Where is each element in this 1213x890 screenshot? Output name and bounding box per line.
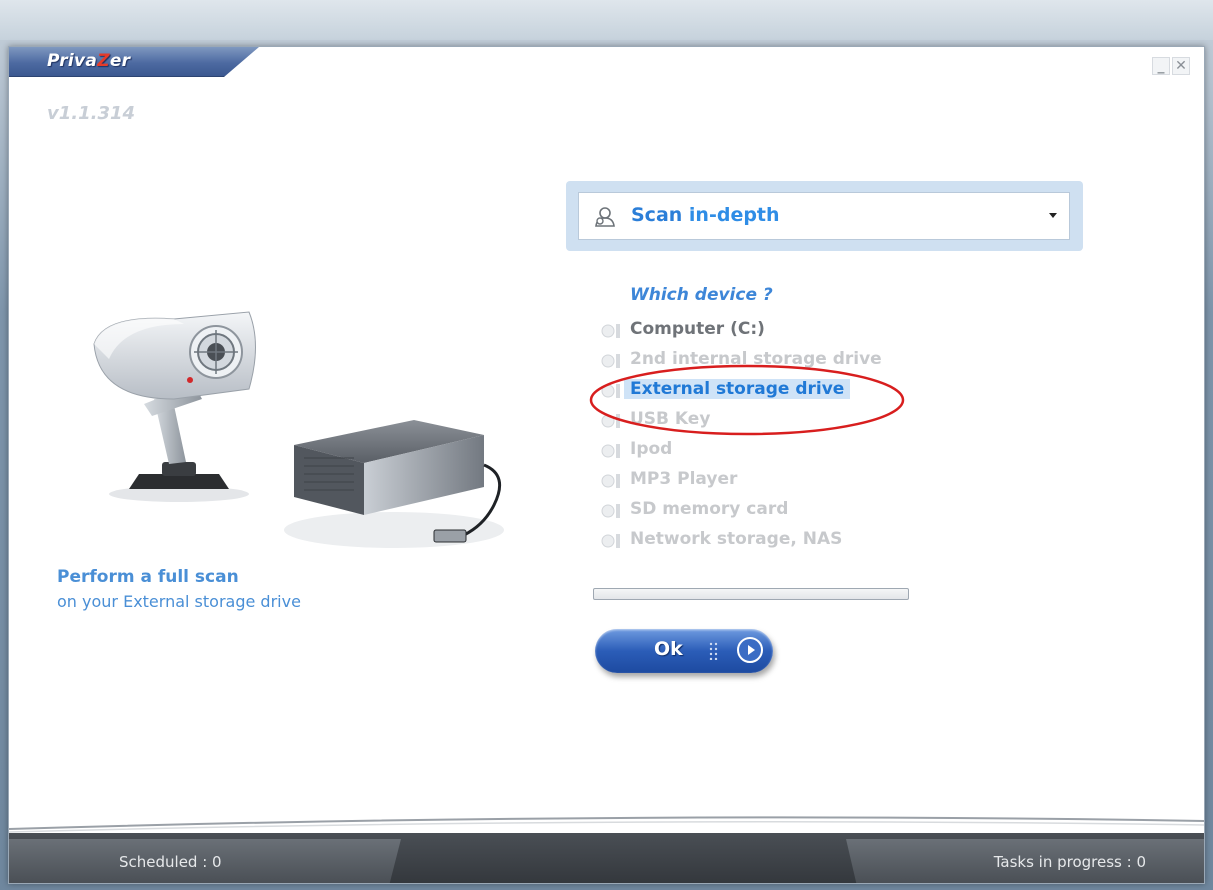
device-item-usb-key[interactable]: USB Key [594,405,914,435]
caption-title: Perform a full scan [57,567,239,587]
scheduled-count: Scheduled : 0 [119,853,222,871]
device-list: Computer (C:) 2nd internal storage drive… [594,315,914,555]
ok-button[interactable]: Ok [595,629,773,673]
device-heading: Which device ? [630,285,773,305]
radio-icon [601,384,620,398]
device-item-second-internal[interactable]: 2nd internal storage drive [594,345,914,375]
scan-mode-dropdown[interactable]: Scan in-depth [578,192,1070,240]
device-item-external[interactable]: External storage drive [594,375,914,405]
logo-tab: PrivaZer [9,47,259,77]
version-label: v1.1.314 [47,103,136,124]
play-arrow-icon [737,637,763,663]
radio-icon [601,414,620,428]
scan-mode-panel: Scan in-depth [566,181,1083,251]
radio-icon [601,354,620,368]
radio-icon [601,444,620,458]
radio-icon [601,474,620,488]
caption-subtitle: on your External storage drive [57,592,301,611]
close-button[interactable]: ✕ [1172,57,1190,75]
device-item-sd-card[interactable]: SD memory card [594,495,914,525]
privazer-window: PrivaZer _ ✕ v1.1.314 Perform a full sca… [8,46,1205,884]
radio-icon [601,324,620,338]
radio-icon [601,534,620,548]
chevron-down-icon [1049,213,1057,218]
minimize-button[interactable]: _ [1152,57,1170,75]
desktop-background [0,0,1213,40]
device-item-nas[interactable]: Network storage, NAS [594,525,914,555]
device-item-mp3-player[interactable]: MP3 Player [594,465,914,495]
radio-icon [601,504,620,518]
grip-icon [709,642,718,660]
app-logo: PrivaZer [47,51,131,71]
tasks-in-progress-count: Tasks in progress : 0 [993,853,1146,871]
window-controls: _ ✕ [1152,57,1190,75]
external-drive-illustration [284,420,504,548]
device-item-computer[interactable]: Computer (C:) [594,315,914,345]
scan-progress-bar [593,588,909,600]
security-camera-illustration [93,311,256,502]
user-search-icon [595,207,615,227]
footer-divider [9,816,1204,833]
device-item-ipod[interactable]: Ipod [594,435,914,465]
scan-mode-label: Scan in-depth [631,204,780,226]
